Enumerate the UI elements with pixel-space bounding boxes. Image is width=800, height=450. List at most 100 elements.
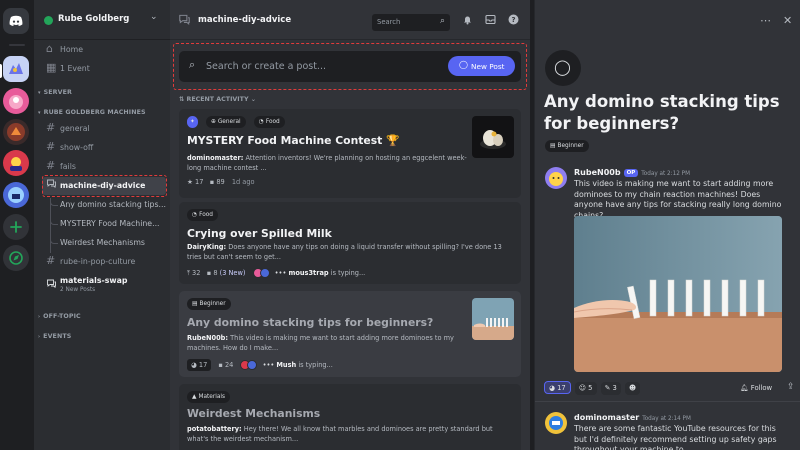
message-text: This video is making me want to start ad…	[574, 179, 782, 220]
thread-item[interactable]: Any domino stacking tips...	[60, 200, 166, 209]
post-thumbnail	[472, 298, 514, 340]
post-tag[interactable]: ◔ Food	[253, 116, 285, 128]
header-search[interactable]: Search ⌕	[372, 14, 450, 31]
avatar[interactable]	[545, 412, 567, 434]
channel-machine-diy-advice[interactable]: machine-diy-advice	[42, 177, 166, 195]
add-server-icon[interactable]	[3, 214, 29, 240]
guild-header[interactable]: Rube Goldberg ⌄	[34, 0, 170, 40]
post-title: Weirdest Mechanisms	[187, 407, 321, 420]
sidebar-item-home[interactable]: ⌂ Home	[42, 41, 166, 59]
sidebar-item-events[interactable]: ▦ 1 Event	[42, 60, 166, 78]
thread-reactions: ◕ 17 ☺ 5 ✎ 3 ☻	[544, 381, 642, 395]
thread-branch	[50, 200, 58, 206]
thread-branch	[50, 219, 58, 225]
thread-item[interactable]: MYSTERY Food Machine...	[60, 219, 160, 228]
post-tag[interactable]: ▲ Materials	[187, 391, 231, 403]
post-author: potatobattery:	[187, 425, 242, 433]
calendar-icon: ▦	[46, 61, 57, 74]
category-label: EVENTS	[43, 333, 72, 340]
post-tag[interactable]: ⊕ General	[205, 116, 246, 128]
reply-icon: ▪	[218, 361, 223, 369]
hash-icon: #	[46, 140, 56, 153]
bell-icon[interactable]	[462, 14, 473, 28]
post-title: Crying over Spilled Milk	[187, 227, 332, 240]
search-placeholder: Search	[377, 18, 401, 26]
svg-text:?: ?	[511, 16, 515, 24]
thread-item[interactable]: Weirdest Mechanisms	[60, 238, 145, 247]
search-or-create-post-bar[interactable]: ⌕ Search or create a post... ◯ New Post	[179, 51, 521, 82]
category-off-topic[interactable]: › OFF-TOPIC	[38, 313, 81, 320]
thread-branch	[50, 238, 58, 244]
typing-avatars	[240, 360, 258, 370]
discord-window: Rube Goldberg ⌄ ⌂ Home ▦ 1 Event ▾ SERVER…	[0, 0, 800, 450]
post-tag[interactable]: ▤ Beginner	[187, 298, 231, 310]
search-icon: ⌕	[189, 58, 196, 71]
post-title: MYSTERY Food Machine Contest 🏆	[187, 134, 400, 147]
channel-label: show-off	[60, 143, 94, 152]
post-excerpt: dominomaster: Attention inventors! We're…	[187, 154, 467, 172]
category-events[interactable]: › EVENTS	[38, 333, 71, 340]
more-icon[interactable]: ⋯	[760, 14, 771, 27]
category-label: RUBE GOLDBERG MACHINES	[43, 109, 146, 116]
channel-fails[interactable]: # fails	[42, 158, 166, 176]
chat-bubble-icon: ◯	[459, 60, 468, 69]
follow-button[interactable]: 🔔︎ Follow	[740, 381, 772, 395]
reply-icon: ▪	[206, 269, 212, 277]
reaction-chip[interactable]: ✎ 3	[600, 382, 621, 395]
server-icon-2[interactable]	[3, 88, 29, 114]
post-search-input[interactable]: Search or create a post...	[206, 61, 326, 72]
sort-dropdown[interactable]: ⇅ RECENT ACTIVITY ⌄	[179, 96, 256, 103]
category-server[interactable]: ▾ SERVER	[38, 89, 72, 96]
post-tags: ✦ ⊕ General ◔ Food	[187, 116, 288, 128]
server-icon-4[interactable]	[3, 150, 29, 176]
channel-materials-swap[interactable]: materials-swap 2 New Posts	[42, 274, 166, 298]
post-author: RubeN00b:	[187, 334, 229, 342]
message-time: Today at 2:14 PM	[642, 416, 691, 422]
forum-title: machine-diy-advice	[198, 15, 292, 25]
post-author: dominomaster:	[187, 154, 244, 162]
help-icon[interactable]: ?	[508, 14, 519, 28]
message-divider	[535, 401, 800, 402]
message-time: Today at 2:12 PM	[641, 171, 690, 177]
close-icon[interactable]: ✕	[783, 14, 792, 27]
forum-post-card[interactable]: ◔ Food Crying over Spilled Milk DairyKing…	[179, 202, 521, 284]
forum-post-card-selected[interactable]: ▤ Beginner Any domino stacking tips for b…	[179, 291, 521, 377]
category-label: OFF-TOPIC	[43, 313, 81, 320]
message-author[interactable]: RubeN00b OP Today at 2:12 PM	[574, 168, 690, 177]
reply-count: 24	[224, 361, 234, 369]
thread-line	[50, 198, 51, 253]
post-excerpt: DairyKing: Does anyone have any tips on …	[187, 243, 502, 261]
forum-post-card[interactable]: ✦ ⊕ General ◔ Food MYSTERY Food Machine Co…	[179, 109, 521, 198]
tag-icon-only: ✦	[187, 116, 198, 128]
video-thumbnail[interactable]	[574, 216, 782, 372]
channel-show-off[interactable]: # show-off	[42, 139, 166, 157]
selected-server-indicator	[0, 64, 2, 78]
reaction-chip[interactable]: ◕ 17	[544, 381, 571, 394]
typing-indicator: ••• mous3trap is typing...	[252, 268, 365, 278]
server-icon-3[interactable]	[3, 119, 29, 145]
inbox-icon[interactable]	[485, 14, 496, 28]
thread-tag[interactable]: ▤ Beginner	[545, 140, 592, 159]
category-rube-goldberg-machines[interactable]: ▾ RUBE GOLDBERG MACHINES	[38, 109, 146, 116]
new-post-button[interactable]: ◯ New Post	[448, 56, 515, 76]
forum-post-card[interactable]: ▲ Materials Weirdest Mechanisms potatobat…	[179, 384, 521, 450]
server-rail	[0, 0, 34, 450]
channel-label: rube-in-pop-culture	[60, 257, 136, 266]
channel-label: materials-swap	[60, 276, 128, 285]
reaction-count: 32	[192, 269, 201, 277]
post-tag[interactable]: ◔ Food	[187, 209, 218, 221]
reaction-chip[interactable]: ☺ 5	[574, 382, 597, 395]
share-icon[interactable]: ⇪	[787, 382, 795, 392]
channel-rube-in-pop-culture[interactable]: # rube-in-pop-culture	[42, 253, 166, 271]
verified-check-icon	[44, 16, 53, 25]
forum-header: machine-diy-advice Search ⌕ ?	[170, 0, 530, 40]
avatar[interactable]	[545, 167, 567, 189]
channel-label: machine-diy-advice	[60, 181, 146, 190]
message-author[interactable]: dominomaster Today at 2:14 PM	[574, 413, 691, 422]
server-icon-5[interactable]	[3, 182, 29, 208]
discord-home-icon[interactable]	[3, 8, 29, 34]
server-rube-goldberg-icon[interactable]	[3, 56, 29, 82]
channel-general[interactable]: # general	[42, 120, 166, 138]
add-reaction-icon[interactable]: ☻	[625, 382, 641, 395]
explore-servers-icon[interactable]	[3, 245, 29, 271]
